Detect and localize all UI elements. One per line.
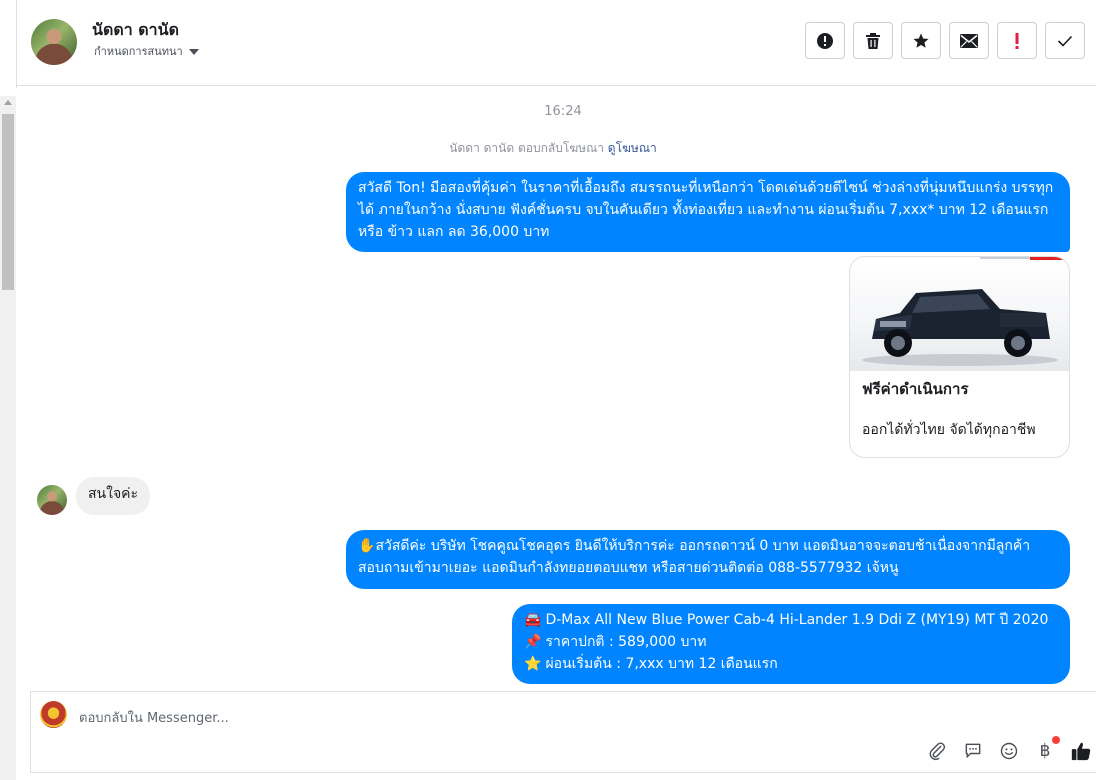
saved-replies-button[interactable] xyxy=(962,740,984,762)
exclamation-icon xyxy=(1015,32,1019,49)
view-ad-link[interactable]: ดูโฆษณา xyxy=(608,141,657,155)
contact-avatar-small xyxy=(37,485,67,515)
message-text: สวัสดีค่ะ บริษัท โชคคูณโชคอุดร ยินดีให้บ… xyxy=(358,538,1031,576)
page-avatar xyxy=(40,701,67,728)
ad-reply-note: นัดดา ดานัด ตอบกลับโฆษณา ดูโฆษณา xyxy=(0,139,1096,158)
attachment-button[interactable] xyxy=(926,740,948,762)
payment-button[interactable]: ฿ xyxy=(1034,736,1060,762)
envelope-icon xyxy=(960,33,978,48)
message-line-text: ราคาปกติ : 589,000 บาท xyxy=(545,634,707,650)
emoji-button[interactable] xyxy=(998,740,1020,762)
messenger-conversation: นัดดา ดานัด กำหนดการสนทนา 16:24 นัดดา ดา… xyxy=(0,0,1096,780)
thumbs-up-icon xyxy=(1071,742,1091,761)
incoming-message: สนใจค่ะ xyxy=(76,477,151,515)
smiley-icon xyxy=(1000,742,1018,760)
message-line: ⭐ ผ่อนเริ่มต้น : 7,xxx บาท 12 เดือนแรก xyxy=(524,653,1058,675)
conversation-scrollbar[interactable] xyxy=(0,96,16,780)
star-emoji-icon: ⭐ xyxy=(524,656,542,672)
like-button[interactable] xyxy=(1070,740,1092,762)
outgoing-message: ✋สวัสดีค่ะ บริษัท โชคคูณโชคอุดร ยินดีให้… xyxy=(346,530,1070,589)
notification-dot xyxy=(1052,736,1060,744)
reply-input[interactable]: ตอบกลับใน Messenger... xyxy=(79,707,229,728)
message-composer: ตอบกลับใน Messenger... ฿ xyxy=(30,691,1096,773)
spam-button[interactable] xyxy=(997,22,1037,59)
paperclip-icon xyxy=(929,742,946,761)
message-line: 🚘 D-Max All New Blue Power Cab-4 Hi-Land… xyxy=(524,609,1058,631)
header-toolbar xyxy=(805,22,1085,59)
baht-icon: ฿ xyxy=(1039,741,1051,761)
conversation-options-label: กำหนดการสนทนา xyxy=(94,45,183,58)
outgoing-message: สวัสดี Ton! มือสองที่คุ้มค่า ในราคาที่เอ… xyxy=(346,172,1070,252)
conversation-options-dropdown[interactable]: กำหนดการสนทนา xyxy=(94,42,199,60)
conversation-header: นัดดา ดานัด กำหนดการสนทนา xyxy=(17,0,1096,86)
trash-icon xyxy=(866,32,880,49)
info-icon xyxy=(817,32,833,49)
message-line: 📌 ราคาปกติ : 589,000 บาท xyxy=(524,631,1058,653)
caret-down-icon xyxy=(188,48,199,55)
chat-bubbles-icon xyxy=(965,743,981,758)
message-timestamp: 16:24 xyxy=(544,104,582,119)
star-button[interactable] xyxy=(901,22,941,59)
info-button[interactable] xyxy=(805,22,845,59)
done-button[interactable] xyxy=(1045,22,1085,59)
delete-button[interactable] xyxy=(853,22,893,59)
pin-emoji-icon: 📌 xyxy=(524,634,542,650)
ad-card-title: ฟรีค่าดำเนินการ xyxy=(862,380,969,398)
wave-emoji-icon: ✋ xyxy=(358,538,376,554)
contact-avatar[interactable] xyxy=(31,19,77,65)
outgoing-message: 🚘 D-Max All New Blue Power Cab-4 Hi-Land… xyxy=(512,604,1070,684)
composer-actions: ฿ xyxy=(926,736,1092,762)
ad-card[interactable]: ฟรีค่าดำเนินการ ออกได้ทั่วไทย จัดได้ทุกอ… xyxy=(849,256,1070,458)
car-emoji-icon: 🚘 xyxy=(524,612,542,628)
ad-card-description: ออกได้ทั่วไทย จัดได้ทุกอาชีพ xyxy=(862,422,1036,438)
message-line-text: ผ่อนเริ่มต้น : 7,xxx บาท 12 เดือนแรก xyxy=(545,656,778,672)
contact-name[interactable]: นัดดา ดานัด xyxy=(92,18,179,43)
car-image xyxy=(850,257,1069,371)
star-icon xyxy=(913,33,929,48)
message-line-text: D-Max All New Blue Power Cab-4 Hi-Lander… xyxy=(545,612,1049,628)
ad-reply-text: นัดดา ดานัด ตอบกลับโฆษณา xyxy=(449,141,604,155)
mark-unread-button[interactable] xyxy=(949,22,989,59)
check-icon xyxy=(1057,35,1073,47)
